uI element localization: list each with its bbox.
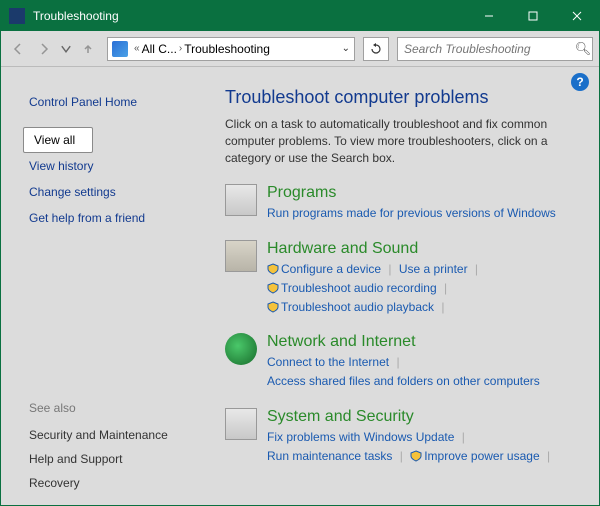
system-icon [225,408,257,440]
maximize-button[interactable] [511,1,555,31]
shield-icon [267,300,279,312]
access-shared-link[interactable]: Access shared files and folders on other… [267,374,540,388]
windows-update-link[interactable]: Fix problems with Windows Update [267,430,454,444]
close-button[interactable] [555,1,599,31]
address-dropdown[interactable]: ⌄ [338,43,354,54]
system-heading[interactable]: System and Security [267,408,581,426]
back-button[interactable] [7,38,29,60]
view-all-link[interactable]: View all [23,127,93,153]
search-box[interactable]: 🔍︎ [397,37,593,61]
hardware-icon [225,240,257,272]
address-bar[interactable]: « All C... › Troubleshooting ⌄ [107,37,355,61]
category-system: System and Security Fix problems with Wi… [225,408,581,466]
change-settings-link[interactable]: Change settings [29,179,201,205]
sidebar: Control Panel Home View all View history… [1,67,211,505]
chevron-right-icon: « [134,43,140,54]
audio-recording-link[interactable]: Troubleshoot audio recording [281,281,437,295]
app-icon [9,8,25,24]
body: ? Control Panel Home View all View histo… [1,67,599,505]
category-hardware: Hardware and Sound Configure a device | … [225,240,581,318]
help-icon[interactable]: ? [571,73,589,91]
get-help-friend-link[interactable]: Get help from a friend [29,205,201,231]
category-network: Network and Internet Connect to the Inte… [225,333,581,391]
main-panel: Troubleshoot computer problems Click on … [211,67,599,505]
network-heading[interactable]: Network and Internet [267,333,581,351]
programs-heading[interactable]: Programs [267,184,581,202]
category-programs: Programs Run programs made for previous … [225,184,581,223]
titlebar: Troubleshooting [1,1,599,31]
search-icon[interactable]: 🔍︎ [574,41,592,57]
network-icon [225,333,257,365]
search-input[interactable] [398,42,574,56]
forward-button[interactable] [33,38,55,60]
connect-internet-link[interactable]: Connect to the Internet [267,355,389,369]
toolbar: « All C... › Troubleshooting ⌄ 🔍︎ [1,31,599,67]
power-usage-link[interactable]: Improve power usage [424,449,539,463]
breadcrumb-seg1[interactable]: All C... [142,42,177,56]
security-maintenance-link[interactable]: Security and Maintenance [29,423,201,447]
breadcrumb-seg2[interactable]: Troubleshooting [184,42,270,56]
control-panel-home-link[interactable]: Control Panel Home [29,89,201,115]
see-also-label: See also [29,401,201,415]
page-intro: Click on a task to automatically trouble… [225,116,581,166]
minimize-button[interactable] [467,1,511,31]
use-printer-link[interactable]: Use a printer [399,262,468,276]
audio-playback-link[interactable]: Troubleshoot audio playback [281,300,434,314]
shield-icon [267,281,279,293]
hardware-heading[interactable]: Hardware and Sound [267,240,581,258]
up-button[interactable] [77,38,99,60]
refresh-button[interactable] [363,37,389,61]
programs-icon [225,184,257,216]
recent-dropdown[interactable] [59,38,73,60]
maintenance-tasks-link[interactable]: Run maintenance tasks [267,449,392,463]
view-history-link[interactable]: View history [29,153,201,179]
run-previous-versions-link[interactable]: Run programs made for previous versions … [267,206,556,220]
control-panel-icon [112,41,128,57]
help-support-link[interactable]: Help and Support [29,447,201,471]
recovery-link[interactable]: Recovery [29,471,201,495]
window: Troubleshooting « All C... › Troubleshoo… [0,0,600,506]
configure-device-link[interactable]: Configure a device [281,262,381,276]
shield-icon [267,262,279,274]
shield-icon [410,449,422,461]
page-heading: Troubleshoot computer problems [225,87,581,108]
window-title: Troubleshooting [31,9,467,23]
chevron-right-icon: › [179,43,182,54]
